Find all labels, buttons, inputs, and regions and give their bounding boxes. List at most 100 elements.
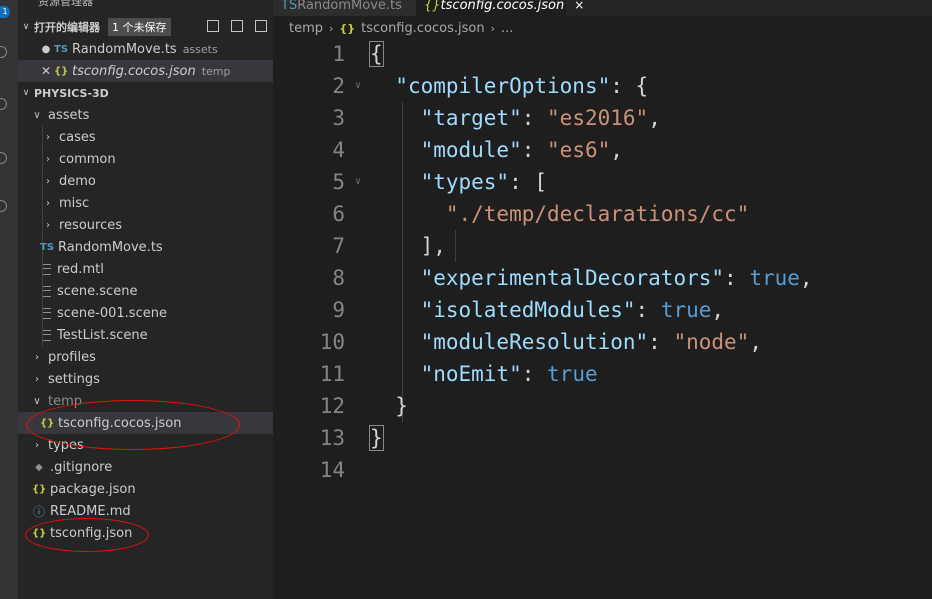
tree-file[interactable]: TestList.scene bbox=[18, 324, 273, 346]
breadcrumb-file[interactable]: tsconfig.cocos.json bbox=[361, 21, 484, 36]
code-token: } bbox=[395, 394, 408, 418]
code-line[interactable]: } bbox=[370, 390, 408, 422]
code-token: : bbox=[724, 266, 750, 290]
code-token: : { bbox=[610, 74, 649, 98]
tree-folder-profiles[interactable]: › profiles bbox=[18, 346, 273, 368]
unsaved-dot-icon[interactable]: ● bbox=[38, 44, 54, 55]
tree-item-label: resources bbox=[59, 217, 123, 233]
code-token: ], bbox=[420, 234, 446, 258]
activity-bar: 1 bbox=[0, 0, 18, 599]
code-token: : bbox=[521, 138, 548, 162]
tab-label: RandomMove.ts bbox=[297, 0, 402, 13]
tree-file[interactable]: TS RandomMove.ts bbox=[18, 236, 273, 258]
code-line[interactable]: "types": [ bbox=[370, 166, 547, 198]
debug-icon[interactable] bbox=[0, 152, 7, 164]
code-line[interactable]: "noEmit": true bbox=[370, 358, 598, 390]
line-number: 12 bbox=[319, 394, 345, 418]
close-all-icon[interactable] bbox=[255, 20, 267, 32]
code-line[interactable]: "moduleResolution": "node", bbox=[370, 326, 762, 358]
code-token: , bbox=[648, 106, 661, 130]
code-token: "isolatedModules" bbox=[420, 298, 636, 322]
open-editor-label: RandomMove.ts bbox=[72, 41, 177, 57]
chevron-right-icon: › bbox=[329, 21, 334, 35]
tree-folder-assets[interactable]: ∨ assets bbox=[18, 104, 273, 126]
tree-item-label: scene.scene bbox=[57, 283, 138, 299]
file-icon bbox=[43, 329, 51, 341]
tab-tsconfig-cocos[interactable]: {} tsconfig.cocos.json × bbox=[416, 0, 584, 16]
code-line[interactable]: "module": "es6", bbox=[370, 134, 623, 166]
code-line[interactable]: "isolatedModules": true, bbox=[370, 294, 724, 326]
open-editor-item[interactable]: ● TS RandomMove.ts assets bbox=[18, 38, 273, 60]
code-line[interactable]: "./temp/declarations/cc" bbox=[370, 198, 749, 230]
tree-folder[interactable]: › demo bbox=[18, 170, 273, 192]
breadcrumb-folder[interactable]: temp bbox=[289, 21, 323, 36]
tree-file[interactable]: ◆ .gitignore bbox=[18, 456, 273, 478]
line-number: 6 bbox=[332, 202, 345, 226]
tree-folder-settings[interactable]: › settings bbox=[18, 368, 273, 390]
tree-folder[interactable]: › resources bbox=[18, 214, 273, 236]
code-token: "moduleResolution" bbox=[420, 330, 649, 354]
new-untitled-file-icon[interactable] bbox=[207, 20, 219, 32]
json-file-icon: {} bbox=[32, 483, 47, 495]
code-line[interactable]: "target": "es2016", bbox=[370, 102, 661, 134]
line-number: 11 bbox=[319, 362, 345, 386]
tree-file[interactable]: scene-001.scene bbox=[18, 302, 273, 324]
close-icon[interactable]: ✕ bbox=[38, 64, 54, 78]
tree-file[interactable]: scene.scene bbox=[18, 280, 273, 302]
code-line[interactable]: "experimentalDecorators": true, bbox=[370, 262, 813, 294]
code-token: } bbox=[369, 425, 384, 451]
tab-random-move[interactable]: TS RandomMove.ts bbox=[273, 0, 416, 16]
info-icon: ⓘ bbox=[32, 504, 45, 519]
save-all-icon[interactable] bbox=[231, 20, 243, 32]
tree-folder[interactable]: › common bbox=[18, 148, 273, 170]
line-number: 4 bbox=[332, 138, 345, 162]
tree-folder[interactable]: › cases bbox=[18, 126, 273, 148]
explorer-sidebar: 资源管理器 ∨ 打开的编辑器 1 个未保存 ● TS RandomMove.ts… bbox=[18, 0, 273, 599]
tree-file[interactable]: {} package.json bbox=[18, 478, 273, 500]
tree-item-label: common bbox=[59, 151, 116, 167]
open-editors-header[interactable]: ∨ 打开的编辑器 1 个未保存 bbox=[18, 16, 273, 38]
chevron-right-icon: › bbox=[35, 351, 39, 363]
project-header[interactable]: ∨ PHYSICS-3D bbox=[18, 82, 273, 104]
tree-folder[interactable]: › misc bbox=[18, 192, 273, 214]
code-token: , bbox=[711, 298, 725, 322]
tree-file[interactable]: ⓘ README.md bbox=[18, 500, 273, 522]
typescript-file-icon: TS bbox=[281, 0, 298, 13]
line-number: 3 bbox=[332, 106, 345, 130]
code-editor[interactable]: 1 {2 ∨ "compilerOptions": {3 "target": "es… bbox=[273, 38, 932, 599]
fold-chevron-icon[interactable]: ∨ bbox=[355, 166, 365, 198]
open-editor-item[interactable]: ✕ {} tsconfig.cocos.json temp bbox=[18, 60, 273, 82]
line-number: 5 bbox=[332, 170, 345, 194]
tree-item-label: misc bbox=[59, 195, 90, 211]
chevron-right-icon: › bbox=[35, 373, 39, 385]
breadcrumb: temp › {} tsconfig.cocos.json › ... bbox=[289, 18, 513, 38]
code-token: : [ bbox=[509, 170, 548, 194]
search-icon[interactable] bbox=[0, 46, 7, 58]
code-token: "es2016" bbox=[547, 106, 649, 130]
fold-chevron-icon[interactable]: ∨ bbox=[355, 70, 365, 102]
code-token: "noEmit" bbox=[420, 362, 522, 386]
tree-file[interactable]: red.mtl bbox=[18, 258, 273, 280]
close-icon[interactable]: × bbox=[574, 0, 584, 12]
explorer-title: 资源管理器 bbox=[38, 0, 93, 8]
file-icon bbox=[43, 285, 51, 297]
code-line[interactable]: ], bbox=[370, 230, 446, 262]
code-token: "./temp/declarations/cc" bbox=[445, 202, 750, 226]
tree-item-label: scene-001.scene bbox=[57, 305, 167, 321]
breadcrumb-more[interactable]: ... bbox=[501, 21, 513, 36]
source-control-icon[interactable] bbox=[0, 98, 7, 110]
chevron-right-icon: › bbox=[46, 197, 50, 209]
chevron-down-icon: ∨ bbox=[33, 109, 41, 121]
json-file-icon: {} bbox=[424, 0, 441, 13]
editor-tab-bar: TS RandomMove.ts {} tsconfig.cocos.json … bbox=[273, 0, 932, 16]
line-number: 10 bbox=[319, 330, 345, 354]
code-line[interactable]: "compilerOptions": { bbox=[370, 70, 648, 102]
code-line[interactable]: { bbox=[369, 38, 384, 70]
code-token: "compilerOptions" bbox=[395, 74, 611, 98]
extensions-icon[interactable] bbox=[0, 200, 7, 212]
code-line[interactable]: } bbox=[369, 422, 384, 454]
